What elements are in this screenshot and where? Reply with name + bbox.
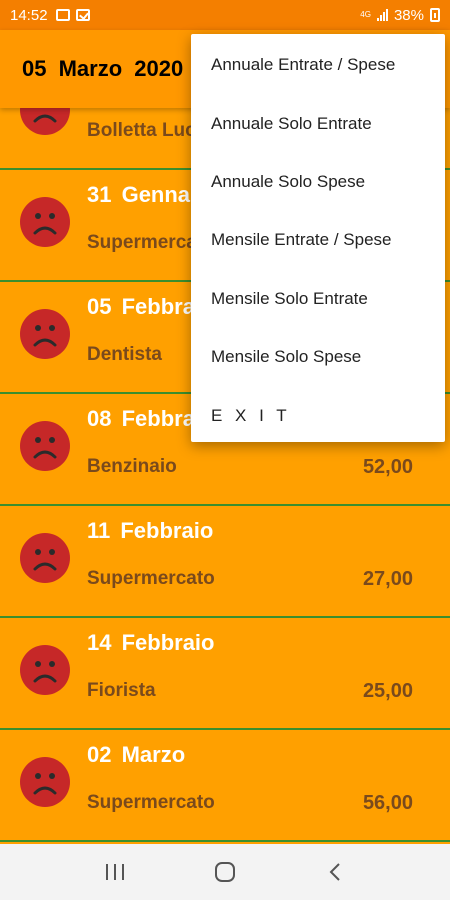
back-icon: [329, 863, 340, 881]
gallery-notification-icon: [55, 9, 70, 21]
signal-icon: [376, 9, 388, 21]
row-amount: 52,00: [362, 456, 413, 478]
menu-item[interactable]: Annuale Solo Entrate: [191, 94, 445, 152]
row-date: 11 Febbraio: [87, 518, 214, 543]
list-item[interactable]: 11 Febbraio Supermercato 27,00: [0, 506, 450, 618]
row-description: Fiorista: [87, 680, 156, 701]
page-title: 05 Marzo 2020: [22, 56, 184, 81]
battery-icon: [430, 8, 440, 22]
sad-face-icon: [20, 533, 70, 583]
home-icon: [215, 862, 235, 882]
sad-face-icon: [20, 757, 70, 807]
overflow-menu: Annuale Entrate / Spese Annuale Solo Entr…: [191, 34, 445, 442]
recent-apps-button[interactable]: [95, 852, 135, 892]
check-notification-icon: [75, 9, 90, 21]
back-button[interactable]: [315, 852, 355, 892]
system-nav-bar: [0, 844, 450, 900]
list-item[interactable]: 14 Febbraio Fiorista 25,00: [0, 618, 450, 730]
menu-item[interactable]: Annuale Entrate / Spese: [191, 36, 445, 94]
sad-face-icon: [20, 421, 70, 471]
row-description: Dentista: [87, 344, 162, 365]
network-type: 4G: [360, 10, 371, 19]
row-amount: 56,00: [362, 792, 413, 814]
menu-item[interactable]: Mensile Entrate / Spese: [191, 211, 445, 269]
menu-item[interactable]: Annuale Solo Spese: [191, 153, 445, 211]
sad-face-icon: [20, 309, 70, 359]
row-description: Benzinaio: [87, 456, 177, 477]
row-date: 14 Febbraio: [87, 630, 215, 655]
row-description: Bolletta Luce: [87, 120, 207, 141]
status-bar: 14:52 4G 38%: [0, 0, 450, 30]
recent-apps-icon: [106, 864, 124, 880]
status-time: 14:52: [10, 6, 48, 24]
list-item[interactable]: 02 Marzo Supermercato 56,00: [0, 730, 450, 842]
sad-face-icon: [20, 645, 70, 695]
home-button[interactable]: [205, 852, 245, 892]
row-amount: 25,00: [362, 680, 413, 702]
sad-face-icon: [20, 108, 70, 135]
menu-item[interactable]: Mensile Solo Entrate: [191, 270, 445, 328]
battery-percent: 38%: [393, 6, 424, 24]
row-description: Supermercato: [87, 792, 215, 813]
menu-item[interactable]: Mensile Solo Spese: [191, 328, 445, 386]
row-amount: 27,00: [362, 568, 413, 590]
sad-face-icon: [20, 197, 70, 247]
row-description: Supermercato: [87, 568, 215, 589]
menu-item-exit[interactable]: E X I T: [191, 386, 445, 444]
row-date: 02 Marzo: [87, 742, 186, 767]
